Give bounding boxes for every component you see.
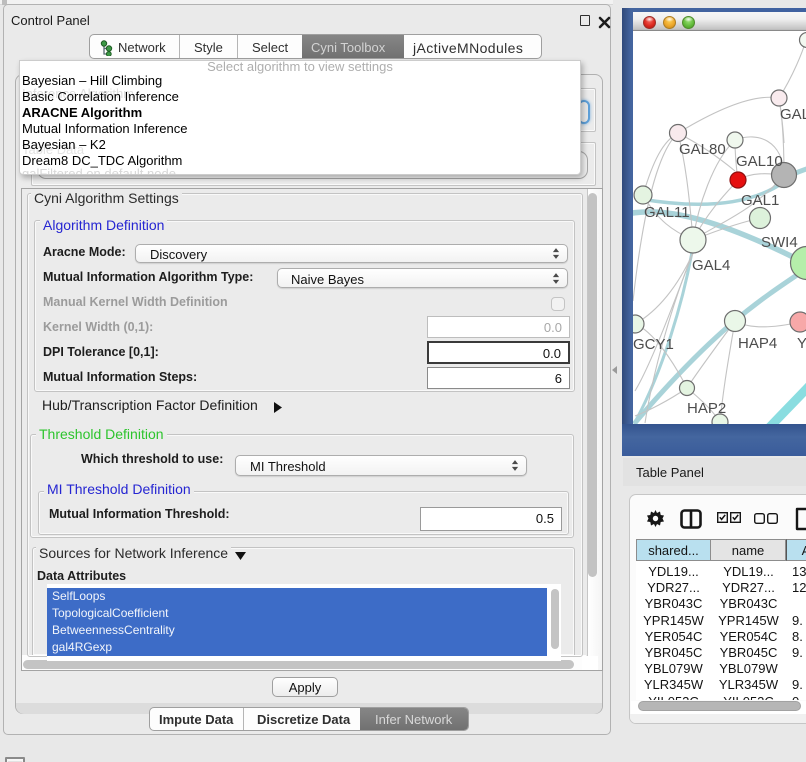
- svg-text:GAL1: GAL1: [741, 192, 779, 209]
- svg-text:HAP4: HAP4: [738, 335, 777, 352]
- svg-text:GAL4: GAL4: [692, 257, 730, 274]
- svg-text:HAP2: HAP2: [687, 400, 726, 417]
- svg-text:GAL7: GAL7: [780, 106, 806, 123]
- svg-text:Y: Y: [797, 335, 806, 352]
- svg-text:SWI4: SWI4: [761, 234, 798, 251]
- svg-text:GAL10: GAL10: [736, 153, 783, 170]
- svg-text:GCY1: GCY1: [633, 336, 674, 353]
- svg-text:GAL80: GAL80: [679, 141, 726, 158]
- svg-text:GAL11: GAL11: [644, 204, 690, 221]
